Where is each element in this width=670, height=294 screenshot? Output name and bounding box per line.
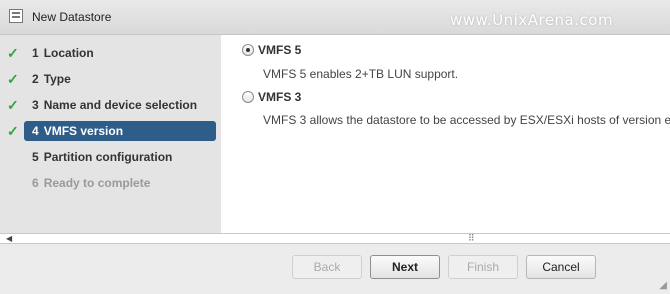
vmfs5-radio[interactable] <box>242 44 254 56</box>
step-type[interactable]: 2 Type <box>24 69 216 89</box>
step-number: 6 <box>32 176 39 190</box>
step-number: 4 <box>32 124 39 138</box>
datastore-icon <box>9 9 23 23</box>
next-button[interactable]: Next <box>370 255 440 279</box>
step-vmfs-version[interactable]: 4 VMFS version <box>24 121 216 141</box>
step-number: 1 <box>32 46 39 60</box>
title-bar[interactable]: New Datastore www.UnixArena.com <box>0 0 670 35</box>
scroll-left-arrow-icon[interactable]: ◀ <box>6 235 12 243</box>
check-icon: ✓ <box>7 97 19 113</box>
step-label: Name and device selection <box>43 98 198 112</box>
check-icon: ✓ <box>7 45 19 61</box>
step-label: Partition configuration <box>43 150 173 164</box>
cancel-button[interactable]: Cancel <box>526 255 596 279</box>
back-button[interactable]: Back <box>292 255 362 279</box>
step-label: Location <box>43 46 94 60</box>
window-title: New Datastore <box>32 10 112 24</box>
step-location[interactable]: 1 Location <box>24 43 216 63</box>
vmfs5-description: VMFS 5 enables 2+TB LUN support. <box>263 67 459 81</box>
step-number: 3 <box>32 98 39 112</box>
step-label: VMFS version <box>43 124 124 138</box>
step-name-and-device[interactable]: 3 Name and device selection <box>24 95 216 115</box>
vmfs3-description: VMFS 3 allows the datastore to be access… <box>263 113 670 127</box>
vmfs3-radio[interactable] <box>242 91 254 103</box>
check-icon: ✓ <box>7 123 19 139</box>
step-number: 5 <box>32 150 39 164</box>
horizontal-scrollbar[interactable]: ◀ ⠿ <box>0 233 670 244</box>
step-ready-to-complete: 6 Ready to complete <box>24 173 216 193</box>
step-number: 2 <box>32 72 39 86</box>
new-datastore-dialog: New Datastore www.UnixArena.com ✓ 1 Locat… <box>0 0 670 294</box>
vmfs5-label[interactable]: VMFS 5 <box>258 43 301 57</box>
scroll-grip-icon[interactable]: ⠿ <box>468 234 475 243</box>
watermark-text: www.UnixArena.com <box>450 11 614 29</box>
step-label: Ready to complete <box>43 176 151 190</box>
step-label: Type <box>43 72 71 86</box>
step-partition-configuration[interactable]: 5 Partition configuration <box>24 147 216 167</box>
finish-button[interactable]: Finish <box>448 255 518 279</box>
wizard-footer: Back Next Finish Cancel ◢ <box>0 244 670 294</box>
check-icon: ✓ <box>7 71 19 87</box>
wizard-steps-sidebar: ✓ 1 Location ✓ 2 Type ✓ 3 Name and device s… <box>0 35 221 233</box>
vmfs-version-panel: VMFS 5 VMFS 5 enables 2+TB LUN support. … <box>221 35 670 233</box>
vmfs3-label[interactable]: VMFS 3 <box>258 90 301 104</box>
resize-grip-icon[interactable]: ◢ <box>659 281 667 291</box>
